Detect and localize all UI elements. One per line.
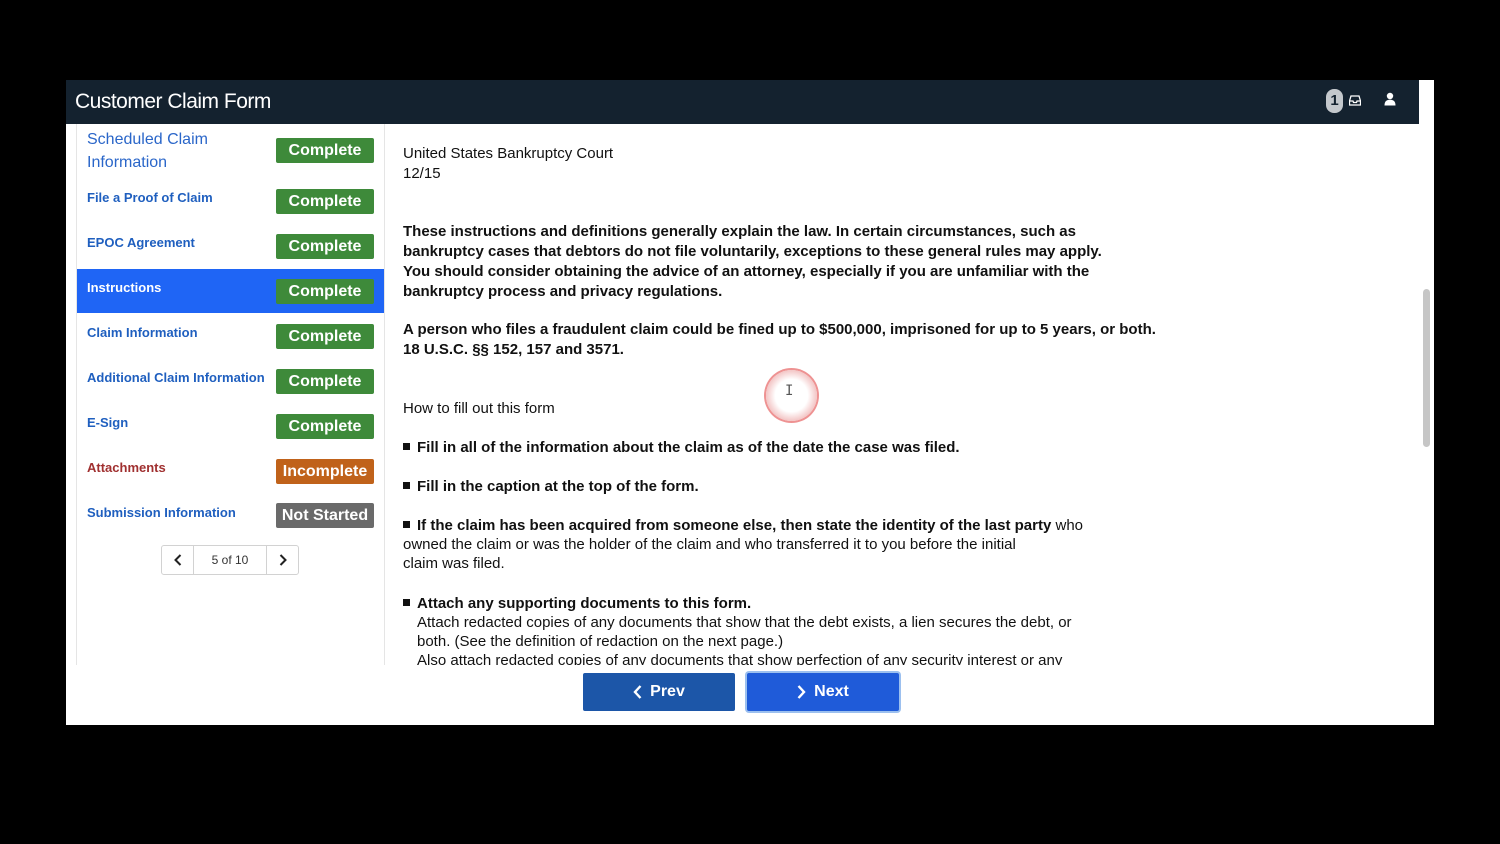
fraud-warning-line: A person who files a fraudulent claim co… — [403, 321, 1156, 338]
footer-nav: Prev Next — [66, 665, 1419, 725]
instruction-bullet: If the claim has been acquired from some… — [403, 516, 1083, 536]
instruction-text-line: claim was filed. — [403, 555, 505, 572]
sidebar-item-label: Submission Information — [87, 505, 236, 520]
instruction-text-line: Attach redacted copies of any documents … — [417, 614, 1072, 631]
sidebar-item-label: Attachments — [87, 460, 166, 475]
pager-next-button[interactable] — [266, 546, 298, 574]
sidebar-item-submission-information[interactable]: Submission Information Not Started — [77, 493, 384, 538]
sidebar-item-label: EPOC Agreement — [87, 235, 195, 250]
how-to-heading: How to fill out this form — [403, 400, 555, 417]
sidebar-item-label: Claim Information — [87, 325, 198, 340]
instructions-content: United States Bankruptcy Court 12/15 The… — [403, 124, 1413, 665]
section-pager: 5 of 10 — [161, 545, 299, 575]
status-badge: Complete — [276, 369, 374, 394]
bullet-square-icon — [403, 482, 410, 489]
bullet-square-icon — [403, 443, 410, 450]
status-badge: Complete — [276, 279, 374, 304]
sidebar-item-label: Additional Claim Information — [87, 370, 265, 385]
pager-label: 5 of 10 — [211, 553, 249, 567]
user-icon[interactable] — [1384, 92, 1396, 106]
instruction-text-line: both. (See the definition of redaction o… — [417, 633, 784, 650]
instruction-bullet: Fill in all of the information about the… — [403, 438, 960, 458]
chevron-right-icon — [279, 554, 287, 566]
app-title: Customer Claim Form — [75, 90, 271, 113]
sidebar-item-label: E-Sign — [87, 415, 129, 430]
next-button[interactable]: Next — [747, 673, 899, 711]
app-header: Customer Claim Form 1 — [66, 80, 1419, 124]
next-button-label: Next — [814, 683, 849, 700]
bullet-square-icon — [403, 521, 410, 528]
chevron-right-icon — [797, 685, 806, 699]
instruction-text-line: owned the claim or was the holder of the… — [403, 536, 1016, 553]
prev-button[interactable]: Prev — [583, 673, 735, 711]
court-name: United States Bankruptcy Court — [403, 145, 614, 162]
sidebar-item-epoc-agreement[interactable]: EPOC Agreement Complete — [77, 222, 384, 267]
scrollbar-thumb[interactable] — [1423, 289, 1430, 447]
status-badge: Complete — [276, 138, 374, 163]
intro-line: bankruptcy cases that debtors do not fil… — [403, 243, 1102, 260]
sidebar-item-scheduled-claim-information[interactable]: Scheduled Claim Information Complete — [77, 124, 384, 177]
chevron-left-icon — [173, 554, 181, 566]
sidebar-item-label: File a Proof of Claim — [87, 190, 213, 205]
page-scrollbar[interactable] — [1419, 124, 1434, 725]
sidebar-item-attachments[interactable]: Attachments Incomplete — [77, 448, 384, 493]
app-window: Customer Claim Form 1 Scheduled Claim In… — [66, 80, 1434, 725]
sidebar-nav: Scheduled Claim Information Complete Fil… — [76, 124, 385, 665]
sidebar-item-e-sign[interactable]: E-Sign Complete — [77, 403, 384, 448]
status-badge: Complete — [276, 414, 374, 439]
status-badge: Not Started — [276, 503, 374, 528]
instruction-bullet: Fill in the caption at the top of the fo… — [403, 477, 699, 497]
fraud-warning-line: 18 U.S.C. §§ 152, 157 and 3571. — [403, 341, 624, 358]
status-badge: Complete — [276, 324, 374, 349]
sidebar-item-file-a-proof-of-claim[interactable]: File a Proof of Claim Complete — [77, 177, 384, 222]
intro-line: You should consider obtaining the advice… — [403, 263, 1090, 280]
intro-line: bankruptcy process and privacy regulatio… — [403, 283, 723, 300]
bullet-square-icon — [403, 599, 410, 606]
intro-line: These instructions and definitions gener… — [403, 223, 1076, 240]
sidebar-item-claim-information[interactable]: Claim Information Complete — [77, 313, 384, 358]
pager-prev-button[interactable] — [162, 546, 194, 574]
inbox-icon[interactable] — [1349, 94, 1361, 106]
status-badge: Incomplete — [276, 459, 374, 484]
notification-count-badge[interactable]: 1 — [1326, 89, 1343, 113]
status-badge: Complete — [276, 234, 374, 259]
prev-button-label: Prev — [650, 683, 685, 700]
text-cursor-icon: I — [785, 383, 794, 399]
sidebar-item-additional-claim-information[interactable]: Additional Claim Information Complete — [77, 358, 384, 403]
sidebar-item-label: Instructions — [87, 280, 162, 295]
sidebar-item-label: Scheduled Claim Information — [87, 131, 208, 171]
instruction-bullet: Attach any supporting documents to this … — [403, 594, 751, 614]
instruction-text-line: Also attach redacted copies of any docum… — [417, 652, 1063, 665]
status-badge: Complete — [276, 189, 374, 214]
sidebar-item-instructions[interactable]: Instructions Complete — [77, 269, 384, 313]
chevron-left-icon — [633, 685, 642, 699]
form-date: 12/15 — [403, 165, 441, 182]
